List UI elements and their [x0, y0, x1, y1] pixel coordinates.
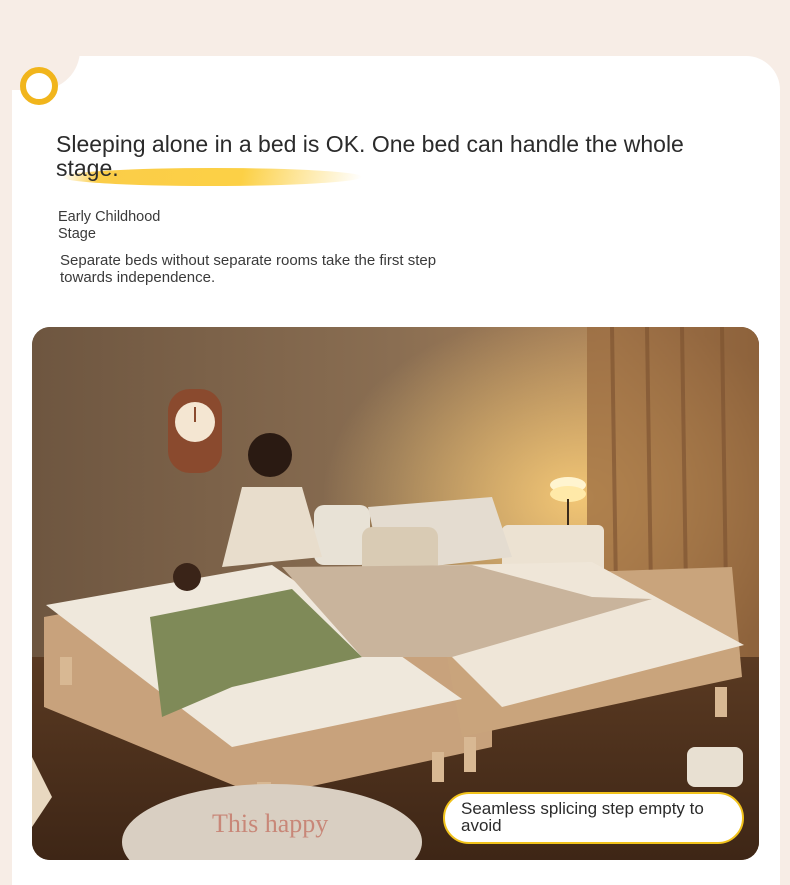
ring-bullet-icon [20, 67, 58, 105]
rug-lettering: This happy [212, 809, 328, 838]
stage-label: Early Childhood Stage [58, 209, 161, 242]
section-title: Sleeping alone in a bed is OK. One bed c… [56, 131, 684, 181]
photo-caption-badge: Seamless splicing step empty to avoid [443, 792, 744, 844]
product-photo: This happy [32, 327, 759, 860]
section-description: Separate beds without separate rooms tak… [60, 252, 437, 286]
bedroom-scene-illustration: This happy [32, 327, 759, 860]
